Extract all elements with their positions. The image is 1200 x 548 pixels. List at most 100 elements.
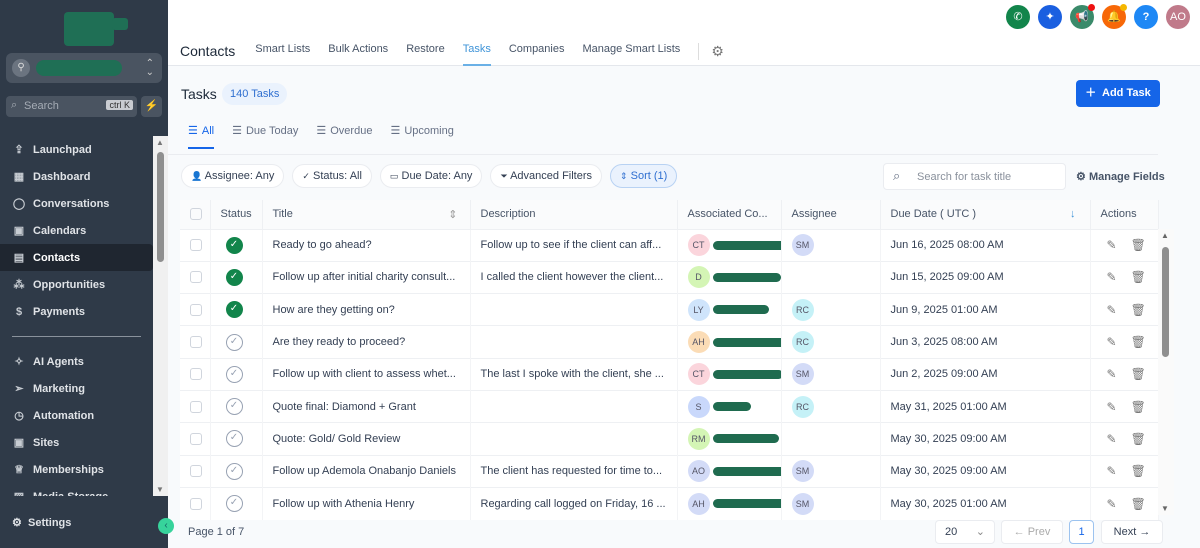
task-title[interactable]: Follow up with client to assess whet... xyxy=(262,357,471,391)
collapse-sidebar-button[interactable]: ‹ xyxy=(158,518,174,534)
sidebar-item-settings[interactable]: ⚙ Settings xyxy=(12,516,71,529)
row-select-cell[interactable] xyxy=(180,454,211,488)
incomplete-check-icon[interactable]: ✓ xyxy=(225,462,243,480)
sidebar-item-contacts[interactable]: ▤ Contacts xyxy=(0,244,153,271)
sidebar-scrollbar[interactable]: ▲ ▼ xyxy=(153,136,168,496)
trash-icon[interactable]: 🗑 xyxy=(1131,367,1146,381)
task-title[interactable]: How are they getting on? xyxy=(262,293,471,326)
row-checkbox[interactable] xyxy=(190,497,202,510)
status-cell[interactable]: ✓ xyxy=(210,486,263,520)
table-row[interactable]: ✓ Follow up after initial charity consul… xyxy=(180,260,1159,294)
table-row[interactable]: ✓ Follow up with client to assess whet..… xyxy=(180,357,1159,391)
sidebar-search[interactable]: ⌕ Search ctrl K xyxy=(6,96,137,117)
user-avatar[interactable]: AO xyxy=(1166,5,1190,29)
table-row[interactable]: ✓ Ready to go ahead? Follow up to see if… xyxy=(180,228,1159,262)
row-select-cell[interactable] xyxy=(180,389,211,423)
tab-manage-smart-lists[interactable]: Manage Smart Lists xyxy=(582,36,680,66)
associated-contact[interactable]: CT xyxy=(677,228,782,262)
trash-icon[interactable]: 🗑 xyxy=(1131,270,1146,284)
sidebar-item-launchpad[interactable]: ⇪ Launchpad xyxy=(0,136,153,163)
incomplete-check-icon[interactable]: ✓ xyxy=(225,495,243,513)
help-icon[interactable]: ? xyxy=(1134,5,1158,29)
row-select-cell[interactable] xyxy=(180,357,211,391)
sidebar-item-dashboard[interactable]: ▦ Dashboard xyxy=(0,163,153,190)
edit-pencil-icon[interactable]: ✎ xyxy=(1107,238,1117,252)
completed-check-icon[interactable]: ✓ xyxy=(225,301,243,319)
row-select-cell[interactable] xyxy=(180,260,211,294)
filter-tab-overdue[interactable]: ☰ Overdue xyxy=(316,124,372,149)
sidebar-item-sites[interactable]: ▣ Sites xyxy=(0,429,153,456)
status-cell[interactable]: ✓ xyxy=(210,357,263,391)
status-cell[interactable]: ✓ xyxy=(210,293,263,326)
incomplete-check-icon[interactable]: ✓ xyxy=(225,398,243,416)
row-checkbox[interactable] xyxy=(190,239,202,252)
bell-icon[interactable]: 🔔 xyxy=(1102,4,1127,29)
advanced-filters-filter[interactable]: ⏷ Advanced Filters xyxy=(490,164,603,188)
status-cell[interactable]: ✓ xyxy=(210,260,263,294)
completed-check-icon[interactable]: ✓ xyxy=(225,268,243,286)
table-row[interactable]: ✓ Follow up Ademola Onabanjo Daniels The… xyxy=(180,454,1159,488)
table-row[interactable]: ✓ Follow up with Athenia Henry Regarding… xyxy=(180,486,1159,520)
row-checkbox[interactable] xyxy=(190,303,202,316)
task-title[interactable]: Follow up after initial charity consult.… xyxy=(262,260,471,294)
select-all-checkbox[interactable] xyxy=(190,208,202,221)
table-row[interactable]: ✓ Quote: Gold/ Gold Review RM May 30, 20… xyxy=(180,422,1159,456)
quick-action-button[interactable]: ⚡ xyxy=(141,96,162,117)
ai-sparkle-icon[interactable]: ✦ xyxy=(1038,5,1062,29)
sidebar-item-calendars[interactable]: ▣ Calendars xyxy=(0,217,153,244)
table-row[interactable]: ✓ Quote final: Diamond + Grant S RC May … xyxy=(180,389,1159,423)
filter-tab-due-today[interactable]: ☰ Due Today xyxy=(232,124,298,149)
row-checkbox[interactable] xyxy=(190,465,202,478)
associated-contact[interactable]: RM xyxy=(677,422,782,456)
filter-tab-upcoming[interactable]: ☰ Upcoming xyxy=(390,124,453,149)
task-search-input[interactable]: ⌕ Search for task title xyxy=(883,163,1066,190)
sidebar-item-ai-agents[interactable]: ✧ AI Agents xyxy=(0,348,153,375)
associated-contact[interactable]: AO xyxy=(677,454,782,488)
page-size-select[interactable]: 20 ⌄ xyxy=(935,520,995,544)
tab-companies[interactable]: Companies xyxy=(509,36,565,66)
row-select-cell[interactable] xyxy=(180,422,211,456)
edit-pencil-icon[interactable]: ✎ xyxy=(1107,464,1117,478)
associated-contact[interactable]: AH xyxy=(677,486,782,520)
select-all-cell[interactable] xyxy=(180,200,211,229)
sidebar-item-opportunities[interactable]: ⁂ Opportunities xyxy=(0,271,153,298)
tab-restore[interactable]: Restore xyxy=(406,36,445,66)
status-cell[interactable]: ✓ xyxy=(210,389,263,423)
tab-smart-lists[interactable]: Smart Lists xyxy=(255,36,310,66)
trash-icon[interactable]: 🗑 xyxy=(1131,335,1146,349)
incomplete-check-icon[interactable]: ✓ xyxy=(225,333,243,351)
trash-icon[interactable]: 🗑 xyxy=(1131,432,1146,446)
tab-tasks[interactable]: Tasks xyxy=(462,36,491,66)
add-task-button[interactable]: ＋ Add Task xyxy=(1076,80,1160,107)
next-button[interactable]: Next → xyxy=(1101,520,1163,544)
sidebar-item-memberships[interactable]: ♕ Memberships xyxy=(0,456,153,483)
completed-check-icon[interactable]: ✓ xyxy=(225,236,243,254)
trash-icon[interactable]: 🗑 xyxy=(1131,497,1146,511)
status-cell[interactable]: ✓ xyxy=(210,454,263,488)
gear-icon[interactable]: ⚙ xyxy=(698,42,724,60)
associated-contact[interactable]: CT xyxy=(677,357,782,391)
task-title[interactable]: Ready to go ahead? xyxy=(262,228,471,262)
associated-contact[interactable]: S xyxy=(677,389,782,423)
col-due-date[interactable]: Due Date ( UTC ) ↓ xyxy=(880,200,1091,229)
sidebar-item-payments[interactable]: $ Payments xyxy=(0,298,153,325)
row-checkbox[interactable] xyxy=(190,432,202,445)
trash-icon[interactable]: 🗑 xyxy=(1131,303,1146,317)
status-cell[interactable]: ✓ xyxy=(210,422,263,456)
task-title[interactable]: Quote: Gold/ Gold Review xyxy=(262,422,471,456)
tab-bulk-actions[interactable]: Bulk Actions xyxy=(328,36,388,66)
sort-filter[interactable]: ⇕ Sort (1) xyxy=(610,164,678,188)
megaphone-icon[interactable]: 📢 xyxy=(1070,4,1095,29)
table-row[interactable]: ✓ How are they getting on? LY RC Jun 9, … xyxy=(180,293,1159,326)
row-select-cell[interactable] xyxy=(180,293,211,326)
task-title[interactable]: Quote final: Diamond + Grant xyxy=(262,389,471,423)
status-cell[interactable]: ✓ xyxy=(210,325,263,359)
trash-icon[interactable]: 🗑 xyxy=(1131,400,1146,414)
phone-icon[interactable]: ✆ xyxy=(1006,5,1030,29)
task-title[interactable]: Are they ready to proceed? xyxy=(262,325,471,359)
trash-icon[interactable]: 🗑 xyxy=(1131,464,1146,478)
row-select-cell[interactable] xyxy=(180,228,211,262)
row-checkbox[interactable] xyxy=(190,400,202,413)
sidebar-item-media-storage[interactable]: ▨ Media Storage xyxy=(0,483,153,497)
status-filter[interactable]: ✓ Status: All xyxy=(292,164,372,188)
